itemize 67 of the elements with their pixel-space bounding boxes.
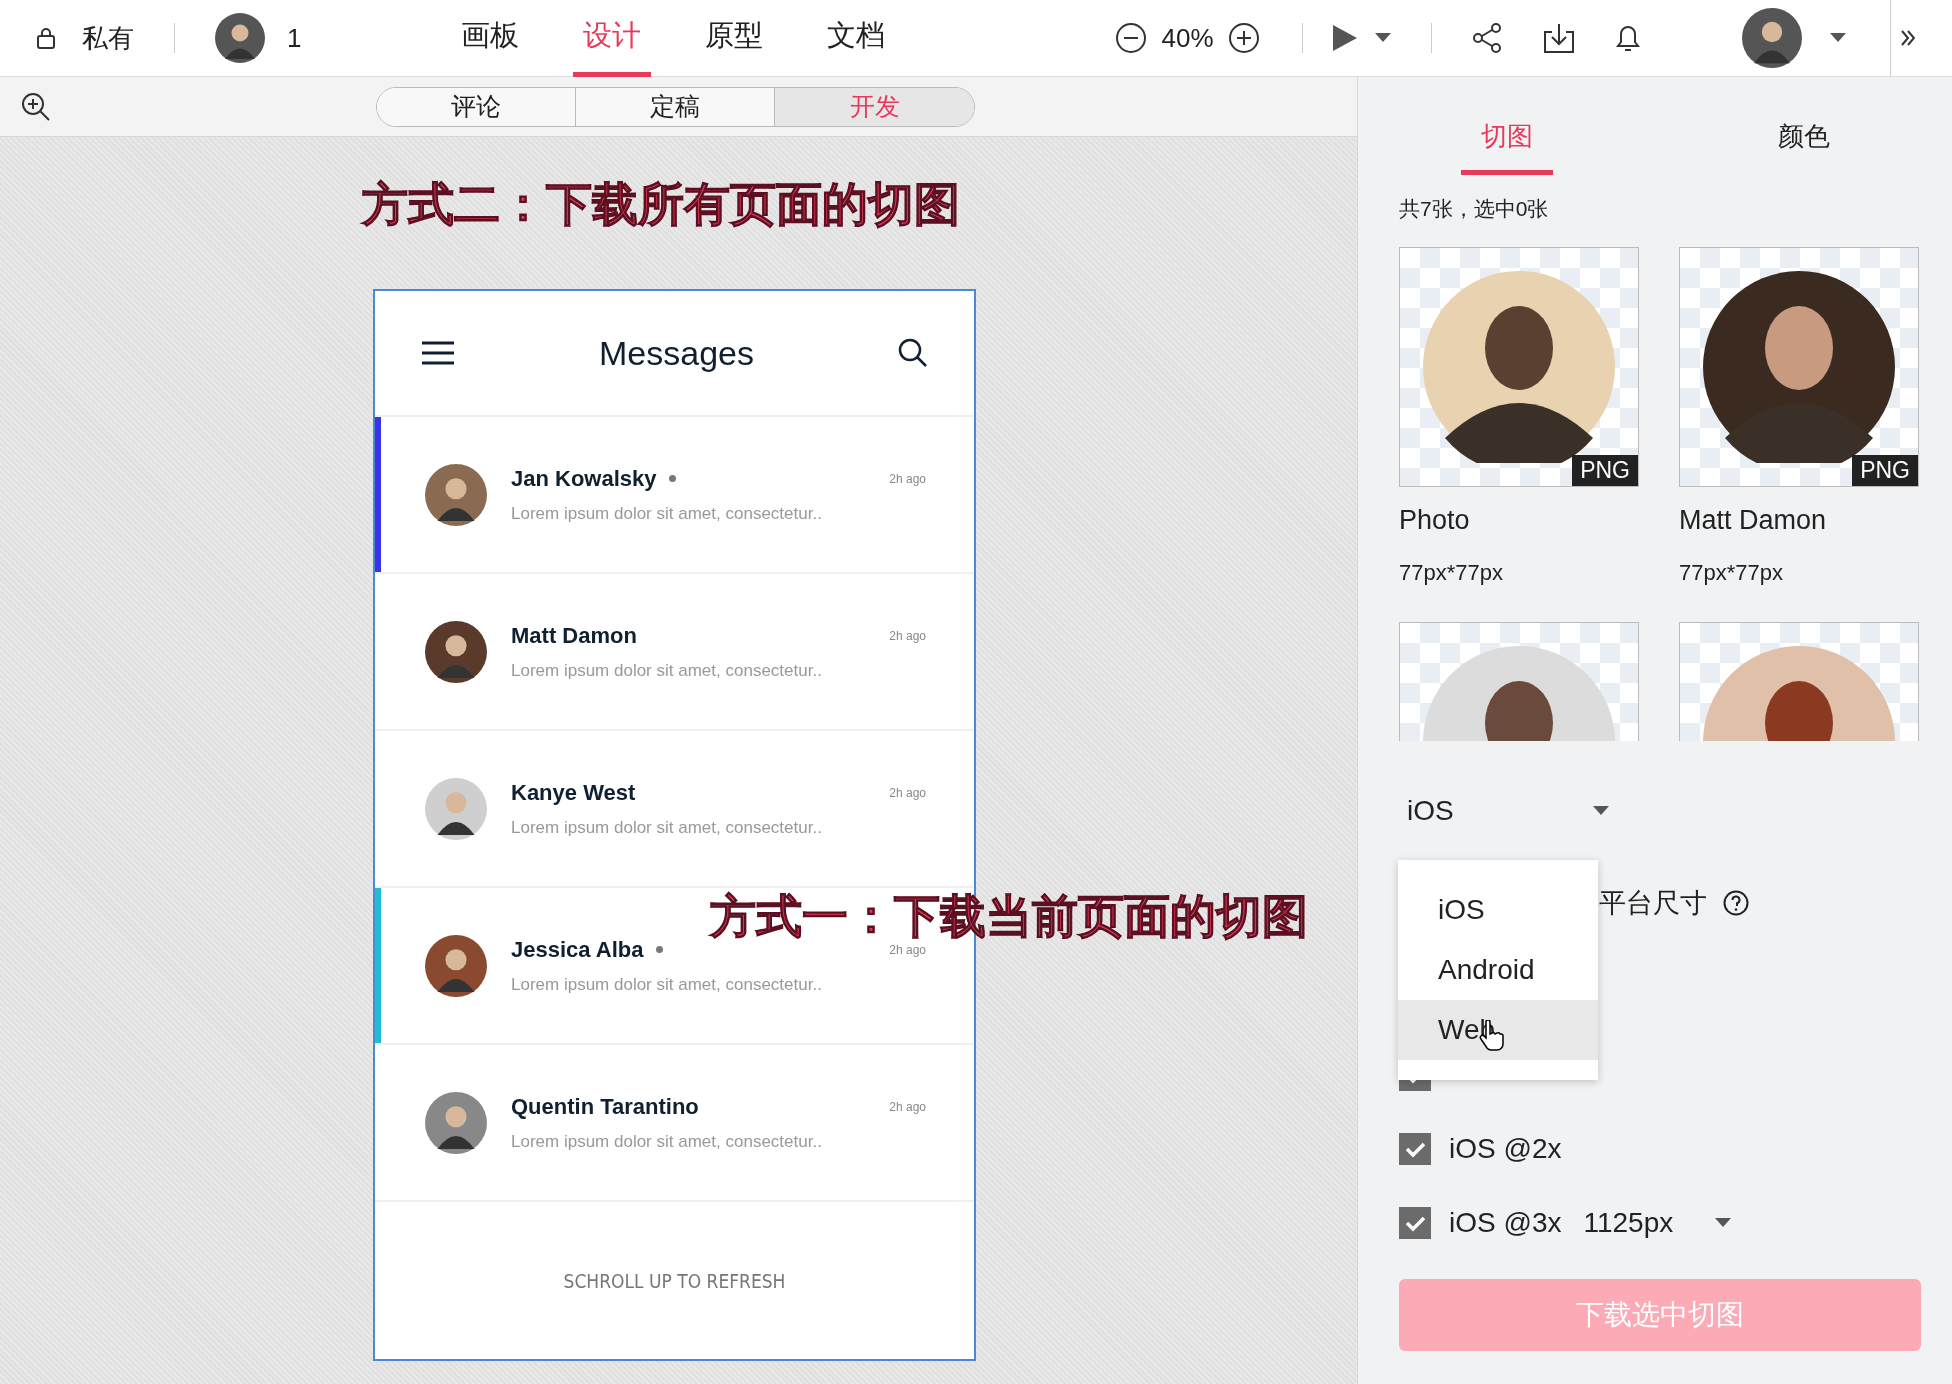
message-time: 2h ago <box>889 785 926 800</box>
lock-icon <box>36 27 56 49</box>
nav-tab[interactable]: 原型 <box>695 0 774 77</box>
asset-size: 77px*77px <box>1679 560 1784 586</box>
message-time: 2h ago <box>889 471 926 486</box>
zoom-in-icon[interactable] <box>20 90 52 123</box>
contact-avatar <box>425 1091 487 1154</box>
scale-label: iOS @2x <box>1449 1133 1562 1165</box>
contact-avatar <box>425 463 487 526</box>
nav-tab[interactable]: 画板 <box>451 0 530 77</box>
contact-name: Matt Damon <box>511 622 637 649</box>
caret-icon[interactable] <box>1829 33 1846 43</box>
search-icon <box>898 338 928 368</box>
view-tab[interactable]: 评论 <box>377 87 576 126</box>
format-badge: PNG <box>1852 455 1918 486</box>
zoom-in-icon[interactable] <box>1227 22 1260 54</box>
caret-icon[interactable] <box>1715 1218 1732 1228</box>
zoom-level: 40% <box>1161 22 1214 54</box>
message-time: 2h ago <box>889 942 926 957</box>
play-icon[interactable] <box>1330 23 1359 53</box>
annotation: 方式二：下载所有页面的切图 <box>362 181 960 227</box>
nav-tab[interactable]: 文档 <box>817 0 896 77</box>
checkbox[interactable] <box>1399 1133 1431 1165</box>
contact-avatar <box>425 934 487 997</box>
caret-icon <box>1593 806 1609 816</box>
contact-name: Kanye West <box>511 779 636 806</box>
contact-name: Jessica Alba <box>511 936 644 963</box>
message-preview: Lorem ipsum dolor sit amet, consectetur.. <box>511 1131 823 1152</box>
message-time: 2h ago <box>889 1099 926 1114</box>
asset-name: Photo <box>1399 505 1471 536</box>
contact-name: Quentin Tarantino <box>511 1093 699 1120</box>
scale-label: iOS @3x <box>1449 1207 1562 1239</box>
panel-tab[interactable]: 颜色 <box>1655 77 1952 175</box>
asset-size: 77px*77px <box>1399 560 1504 586</box>
privacy-label[interactable]: 私有 <box>82 20 134 56</box>
asset-thumbnail[interactable]: PNG <box>1679 247 1919 487</box>
menu-icon <box>421 341 455 365</box>
caret-icon[interactable] <box>1374 33 1391 43</box>
checkbox[interactable] <box>1399 1207 1431 1239</box>
user-avatar <box>215 13 265 63</box>
asset-name: Matt Damon <box>1679 505 1828 536</box>
profile-avatar <box>1741 8 1802 68</box>
contact-avatar <box>425 777 487 840</box>
size-value: 1125px <box>1583 1207 1674 1239</box>
asset-thumbnail[interactable]: PNG <box>1399 247 1639 487</box>
size-option-label: 平台尺寸 <box>1599 887 1707 920</box>
screen-title: Messages <box>599 333 754 373</box>
menu-item[interactable]: Android <box>1398 940 1598 1000</box>
zoom-out-icon[interactable] <box>1115 22 1148 54</box>
refresh-hint: SCHROLL UP TO REFRESH <box>563 1269 786 1292</box>
contact-name: Jan Kowalsky <box>511 465 657 492</box>
menu-item[interactable]: iOS <box>1398 880 1598 940</box>
format-badge: PNG <box>1572 455 1638 486</box>
message-preview: Lorem ipsum dolor sit amet, consectetur.. <box>511 974 823 995</box>
share-icon[interactable] <box>1471 22 1504 54</box>
download-icon[interactable] <box>1541 22 1576 54</box>
contact-avatar <box>425 620 487 683</box>
message-preview: Lorem ipsum dolor sit amet, consectetur.. <box>511 503 823 524</box>
member-count: 1 <box>287 22 302 54</box>
help-icon[interactable] <box>1723 890 1749 916</box>
panel-tab[interactable]: 切图 <box>1358 77 1655 175</box>
chevrons-icon[interactable] <box>1900 30 1915 46</box>
message-time: 2h ago <box>889 628 926 643</box>
message-preview: Lorem ipsum dolor sit amet, consectetur.. <box>511 817 823 838</box>
platform-select[interactable]: iOS <box>1399 795 1609 827</box>
slice-count: 共7张，选中0张 <box>1399 196 1550 222</box>
message-preview: Lorem ipsum dolor sit amet, consectetur.. <box>511 660 823 681</box>
